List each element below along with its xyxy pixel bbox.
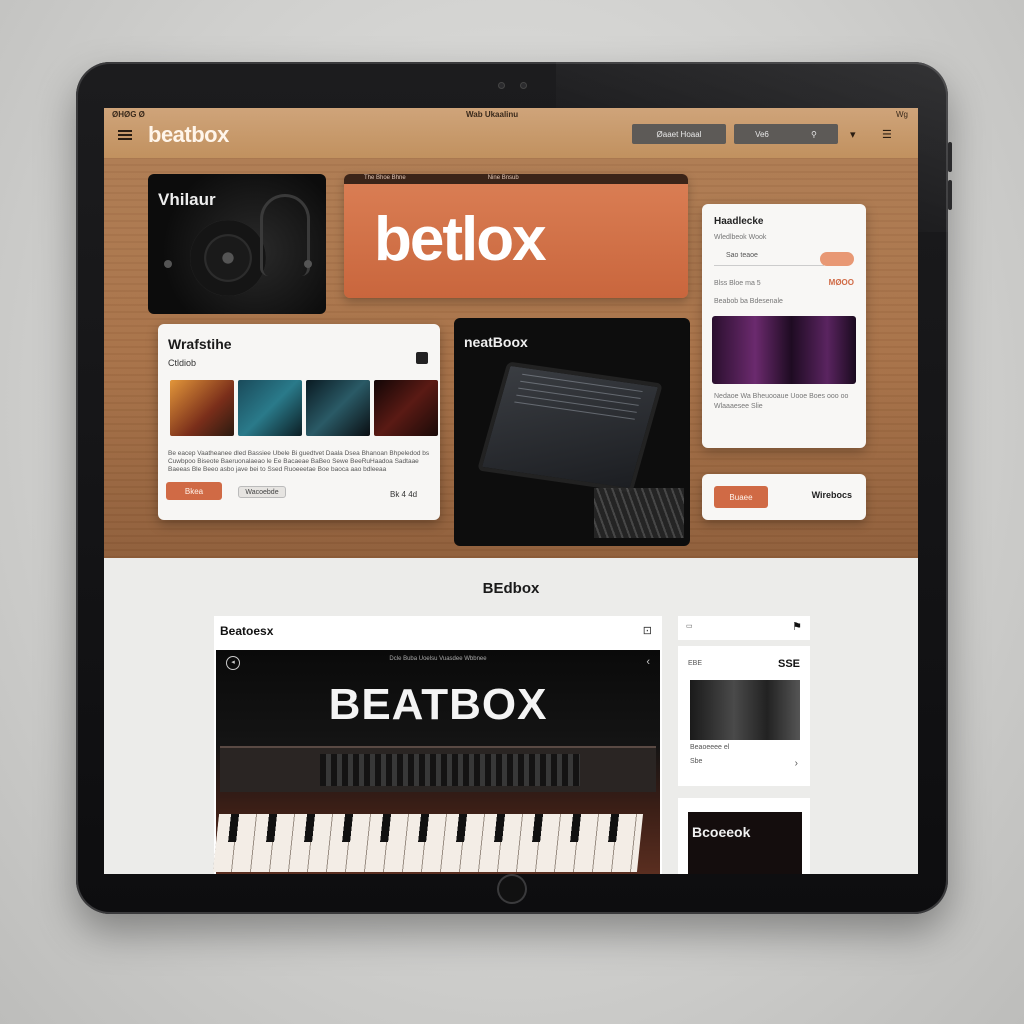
cart-icon[interactable]: ▾: [850, 128, 856, 141]
control-knob[interactable]: [164, 260, 172, 268]
play-button[interactable]: Bkea: [166, 482, 222, 500]
video-card: Beatoesx ⊡ ◂ Dcle Buba Uoelsu Vuasdee Wb…: [212, 616, 662, 874]
album-thumbnails: [170, 380, 438, 436]
tablet-frame: ØHØG Ø Wab Ukaalinu Wg beatbox Øaaet Hoa…: [76, 62, 952, 914]
banner-tabs: The Bhoe Bhne Nine Bnsub: [344, 174, 688, 184]
video-card-title: Beatoesx: [220, 624, 274, 638]
menu-icon[interactable]: [118, 130, 132, 140]
search-icon: ⚲: [811, 129, 817, 139]
status-center: Wab Ukaalinu: [466, 110, 519, 119]
album-thumbnail[interactable]: [374, 380, 438, 436]
video-headline: BEATBOX: [328, 680, 548, 729]
album-thumbnail[interactable]: [238, 380, 302, 436]
info-card-line: Blss Bloe ma 5: [714, 280, 761, 287]
hero-section: ØHØG Ø Wab Ukaalinu Wg beatbox Øaaet Hoa…: [104, 108, 918, 558]
album-art[interactable]: Bcoeeok: [688, 812, 802, 874]
headphone-icon: [260, 194, 310, 276]
info-card-line: Beabob ba Bdesenale: [714, 298, 783, 305]
device-card[interactable]: neatBoox: [454, 318, 690, 546]
vinyl-card[interactable]: Vhilaur: [148, 174, 326, 314]
info-card-title: Haadlecke: [714, 216, 764, 227]
banner-title: betlox: [374, 205, 547, 274]
share-icon[interactable]: [416, 352, 428, 364]
album-card-title: Wrafstihe: [168, 336, 232, 352]
side-card-caption: Sbe: [690, 758, 703, 765]
filter-button[interactable]: Ve6 ⚲: [734, 124, 838, 144]
buy-button[interactable]: Buaee: [714, 486, 768, 508]
side-card-caption: Beaoeeee el: [690, 744, 730, 751]
tv-icon[interactable]: ▭: [686, 622, 693, 630]
album-art-title: Bcoeeok: [692, 824, 751, 840]
album-card-subtitle: Ctldiob: [168, 358, 197, 368]
volume-button[interactable]: [948, 142, 952, 172]
top-bar: ØHØG Ø Wab Ukaalinu Wg beatbox Øaaet Hoa…: [104, 108, 918, 158]
synth-panel-image: [220, 746, 656, 792]
concert-photo[interactable]: [712, 316, 856, 384]
band-photo[interactable]: [690, 680, 800, 740]
banner-tab[interactable]: Nine Bnsub: [482, 174, 525, 184]
keyboard-image: [594, 488, 684, 538]
arrow-icon[interactable]: ›: [795, 758, 798, 769]
info-card-footer: Nedaoe Wa Bheuooaue Uooe Boes ooo oo Wla…: [714, 393, 849, 410]
subscribe-label: Wirebocs: [811, 490, 852, 500]
side-card: EBE SSE Beaoeeee el Sbe ›: [678, 646, 810, 786]
subscribe-card: Buaee Wirebocs: [702, 474, 866, 520]
info-card: Haadlecke Wledlbeok Wook Sao teaoe Blss …: [702, 204, 866, 448]
next-icon[interactable]: ‹: [646, 656, 650, 668]
side-card-label: EBE: [688, 660, 703, 667]
album-description: Be eacep Vaatheanee dled Bassiee Ubele B…: [168, 450, 430, 473]
hero-banner[interactable]: The Bhoe Bhne Nine Bnsub betlox: [344, 174, 688, 298]
video-subtitle: Dcle Buba Uoelsu Vuasdee Wbbnee: [389, 656, 487, 662]
camera-dot: [498, 82, 505, 89]
album-meta: Bk 4 4d: [390, 490, 418, 499]
info-card-price: MØOO: [828, 278, 854, 287]
info-card-toggle[interactable]: [820, 252, 854, 266]
album-card: Wrafstihe Ctldiob Be eacep Vaatheanee dl…: [158, 324, 440, 520]
banner-tab[interactable]: The Bhoe Bhne: [358, 174, 412, 184]
search-button[interactable]: Øaaet Hoaal: [632, 124, 726, 144]
album-thumbnail[interactable]: [306, 380, 370, 436]
sensor-dot: [520, 82, 527, 89]
volume-button[interactable]: [948, 180, 952, 210]
status-left: ØHØG Ø: [112, 110, 145, 119]
side-card: Bcoeeok: [678, 798, 810, 874]
hamburger-icon[interactable]: ☰: [882, 128, 892, 141]
app-screen: ØHØG Ø Wab Ukaalinu Wg beatbox Øaaet Hoa…: [104, 108, 918, 874]
home-button[interactable]: [497, 874, 527, 904]
side-card-header: ▭ ⚑: [678, 616, 810, 640]
filter-button-label: Ve6: [755, 129, 769, 139]
app-logo[interactable]: beatbox: [148, 122, 229, 148]
vinyl-record-icon: [190, 220, 266, 296]
tablet-device-image: [477, 361, 663, 493]
device-card-title: neatBoox: [464, 334, 528, 350]
section-title: BEdbox: [482, 580, 540, 597]
bookmark-icon[interactable]: ⚑: [792, 620, 802, 633]
info-card-line: Wledlbeok Wook: [714, 234, 767, 241]
side-card-big: SSE: [777, 658, 800, 670]
video-player[interactable]: ◂ Dcle Buba Uoelsu Vuasdee Wbbnee ‹ BEAT…: [212, 650, 660, 874]
album-thumbnail[interactable]: [170, 380, 234, 436]
more-button[interactable]: Wacoebde: [238, 486, 286, 498]
info-card-input[interactable]: Sao teaoe: [714, 252, 824, 266]
control-knob[interactable]: [304, 260, 312, 268]
vinyl-card-title: Vhilaur: [158, 190, 216, 209]
expand-icon[interactable]: ⊡: [643, 624, 652, 637]
status-right: Wg: [896, 110, 908, 119]
piano-keys-image: [212, 814, 644, 872]
